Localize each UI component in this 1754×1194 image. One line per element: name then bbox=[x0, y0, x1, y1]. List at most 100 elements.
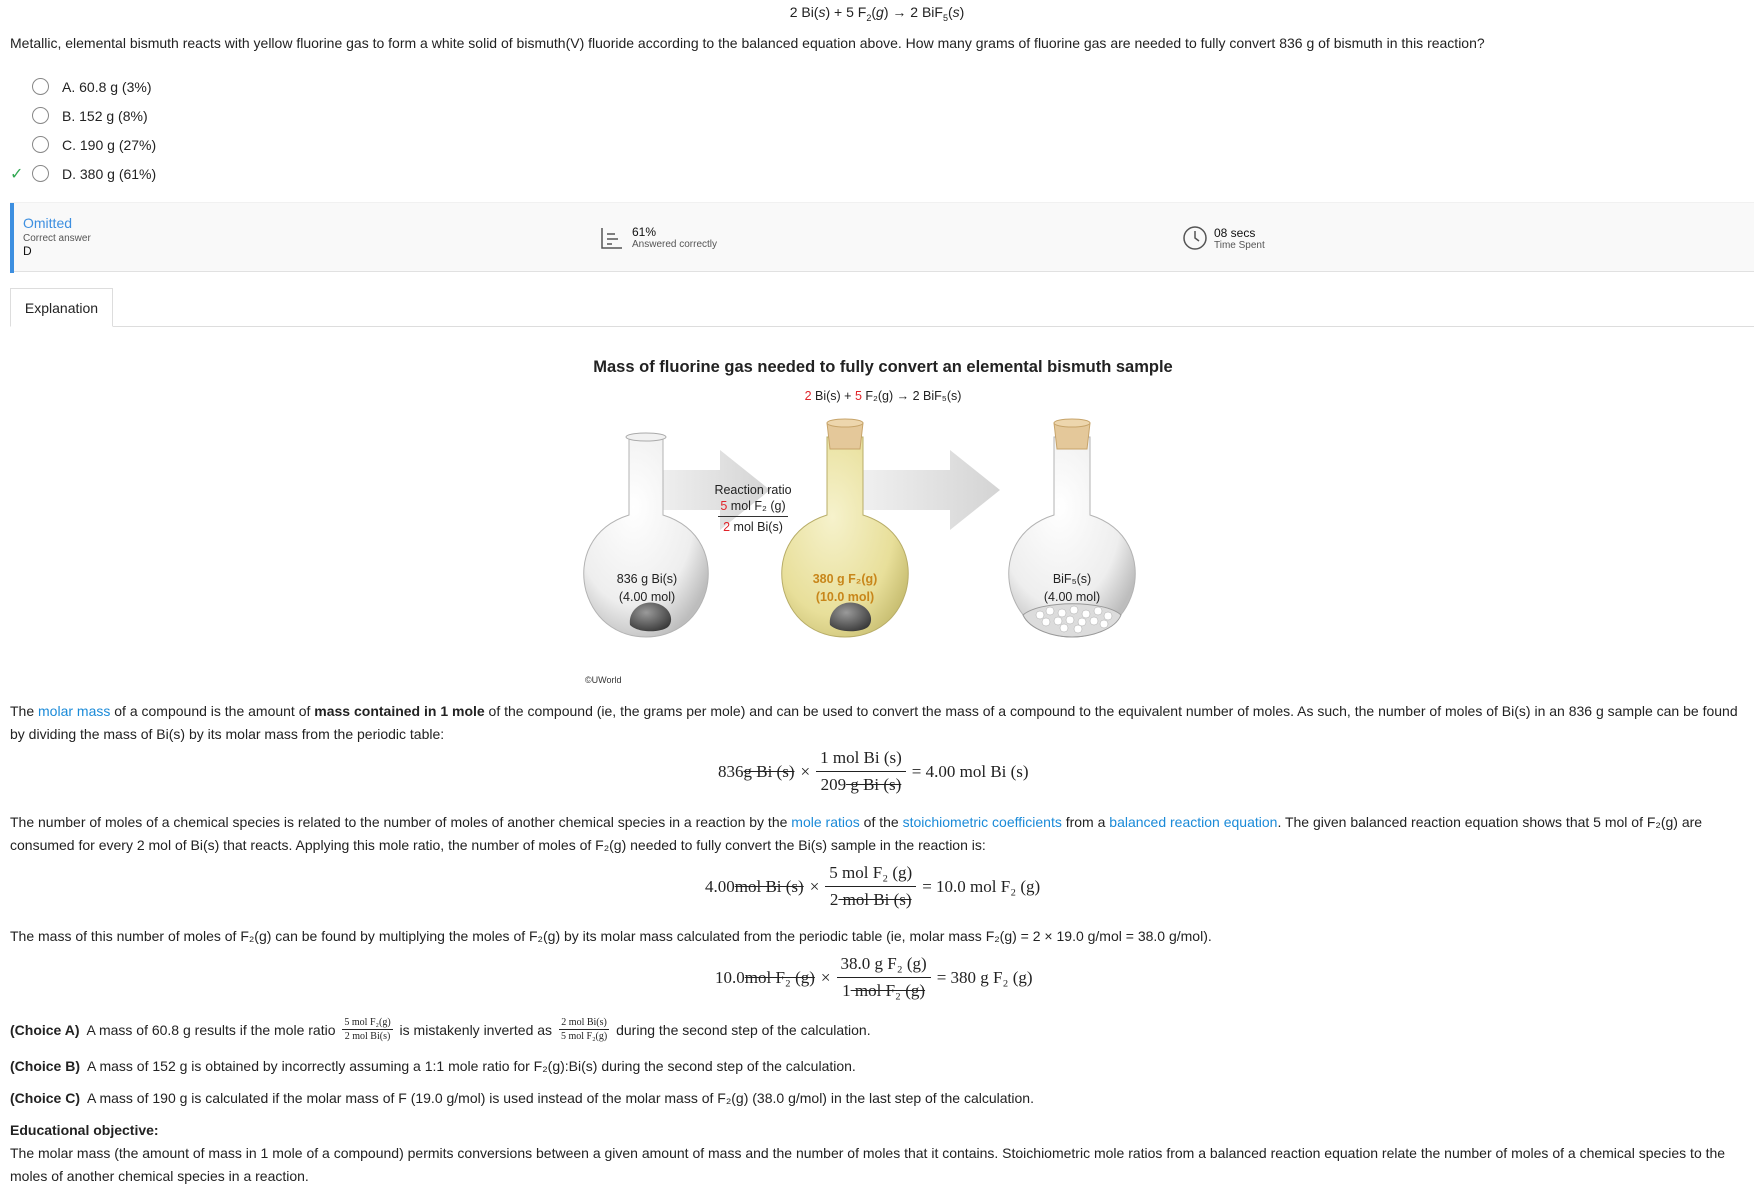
equation-3: 10.0 mol F₂ (g) × 38.0 g F₂ (g) 1 mol F₂… bbox=[715, 954, 1033, 1001]
equation-1: 836 g Bi (s) × 1 mol Bi (s) 209 g Bi (s)… bbox=[718, 748, 1029, 795]
correct-answer-label: Correct answer bbox=[23, 233, 91, 244]
radio-button[interactable] bbox=[32, 136, 49, 153]
eq-denominator: 209 g Bi (s) bbox=[817, 772, 906, 795]
text: of the bbox=[859, 814, 903, 830]
figure-equation: 2 Bi(s) + 5 F₂(g) → 2 BiF₅(s) bbox=[0, 389, 1754, 403]
eq-cancelled-unit: mol F₂ (g) bbox=[850, 981, 926, 1000]
flask-illustration bbox=[583, 418, 1136, 638]
eq-times: × bbox=[800, 761, 811, 781]
flask2-mass: 380 g F₂(g) bbox=[812, 572, 878, 586]
eq-part: g bbox=[876, 4, 884, 20]
choice-label[interactable]: B. 152 g (8%) bbox=[62, 108, 148, 124]
inline-fraction: 5 mol F₂(g) 2 mol Bi(s) bbox=[342, 1017, 393, 1042]
radio-button[interactable] bbox=[32, 78, 49, 95]
text: A mass of 190 g is calculated if the mol… bbox=[80, 1090, 1034, 1106]
copyright: ©UWorld bbox=[585, 675, 622, 685]
eq-cancelled-unit: mol Bi (s) bbox=[734, 876, 804, 896]
eq-numerator: 1 mol Bi (s) bbox=[816, 748, 906, 772]
eq-cancelled-unit: mol Bi (s) bbox=[838, 890, 912, 909]
eq-fraction: 5 mol F₂ (g) 2 mol Bi (s) bbox=[825, 863, 917, 910]
flask-bismuth bbox=[583, 432, 709, 638]
frac-den: 5 mol F₂(g) bbox=[560, 1031, 608, 1042]
choice-tag: (Choice A) bbox=[10, 1021, 80, 1038]
choice-tag: (Choice C) bbox=[10, 1090, 80, 1106]
tab-explanation[interactable]: Explanation bbox=[10, 288, 113, 327]
clock-icon bbox=[1183, 226, 1207, 250]
eq-part: ) → 2 BiF bbox=[883, 4, 943, 20]
eq-den-num: 1 bbox=[842, 981, 851, 1000]
reaction-ratio: Reaction ratio 5 mol F₂ (g) 2 mol Bi(s) bbox=[693, 483, 813, 534]
time-label: Time Spent bbox=[1214, 239, 1265, 251]
radio-button[interactable] bbox=[32, 165, 49, 182]
percent-value: 61% bbox=[632, 225, 657, 239]
question-equation: 2 Bi(s) + 5 F2(g) → 2 BiF5(s) bbox=[0, 4, 1754, 23]
status-accent-bar bbox=[10, 203, 14, 273]
explanation-paragraph-3: The mass of this number of moles of F₂(g… bbox=[10, 928, 1212, 944]
coef-f2: 5 bbox=[854, 389, 862, 403]
eq-part: ) + 5 F bbox=[825, 4, 867, 20]
figure-title: Mass of fluorine gas needed to fully con… bbox=[593, 358, 1173, 376]
eq-numerator: 38.0 g F₂ (g) bbox=[836, 954, 931, 978]
check-icon: ✓ bbox=[10, 165, 24, 183]
eq-den-num: 209 bbox=[820, 775, 847, 794]
reaction-figure: Reaction ratio 5 mol F₂ (g) 2 mol Bi(s) … bbox=[580, 415, 1180, 678]
text: A mass of 152 g is obtained by incorrect… bbox=[80, 1058, 856, 1074]
text: The number of moles of a chemical specie… bbox=[10, 814, 792, 830]
eq-cancelled-unit: g Bi (s) bbox=[743, 761, 795, 781]
eq-denominator: 2 mol Bi (s) bbox=[826, 887, 916, 910]
objective-text: The molar mass (the amount of mass in 1 … bbox=[10, 1145, 1726, 1184]
link-stoichiometric-coefficients[interactable]: stoichiometric coefficients bbox=[903, 814, 1062, 830]
eq-lead: 4.00 bbox=[705, 876, 735, 896]
flask1-label: 836 g Bi(s) (4.00 mol) bbox=[592, 570, 702, 606]
eq-lead: 10.0 bbox=[715, 967, 745, 987]
flask2-label: 380 g F₂(g) (10.0 mol) bbox=[790, 570, 900, 606]
choice-label[interactable]: C. 190 g (27%) bbox=[62, 137, 156, 153]
frac-num: 5 mol F₂(g) bbox=[342, 1017, 393, 1030]
status-text: Omitted bbox=[23, 215, 73, 231]
coef-bi: 2 bbox=[804, 389, 812, 403]
ratio-fraction: 5 mol F₂ (g) 2 mol Bi(s) bbox=[718, 499, 788, 534]
eq-text: Bi(s) + bbox=[811, 389, 855, 403]
eq-cancelled-unit: g Bi (s) bbox=[846, 775, 902, 794]
eq-cancelled-unit: mol F₂ (g) bbox=[744, 967, 815, 987]
percent-label: Answered correctly bbox=[632, 239, 718, 250]
frac-den: 2 mol Bi(s) bbox=[344, 1031, 391, 1042]
choice-tag: (Choice B) bbox=[10, 1058, 80, 1074]
link-molar-mass[interactable]: molar mass bbox=[38, 703, 110, 719]
flask3-label: BiF₅(s) (4.00 mol) bbox=[1017, 570, 1127, 606]
choice-c-explanation: (Choice C) A mass of 190 g is calculated… bbox=[10, 1090, 1034, 1106]
flask2-moles: (10.0 mol) bbox=[815, 590, 875, 604]
tab-divider bbox=[10, 326, 1754, 327]
frac-num: 2 mol Bi(s) bbox=[559, 1017, 609, 1030]
explanation-paragraph-1: The molar mass of a compound is the amou… bbox=[10, 700, 1750, 746]
ratio-den-text: mol Bi(s) bbox=[730, 520, 783, 534]
radio-button[interactable] bbox=[32, 107, 49, 124]
bar-chart-icon bbox=[601, 227, 622, 249]
eq-denominator: 1 mol F₂ (g) bbox=[838, 978, 929, 1001]
flask1-mass: 836 g Bi(s) bbox=[616, 572, 678, 586]
eq-result: = 4.00 mol Bi (s) bbox=[911, 761, 1029, 781]
ratio-num-text: mol F₂ (g) bbox=[727, 499, 786, 513]
choice-label[interactable]: A. 60.8 g (3%) bbox=[62, 79, 152, 95]
link-balanced-reaction-equation[interactable]: balanced reaction equation bbox=[1109, 814, 1277, 830]
correct-answer-value: D bbox=[23, 244, 32, 258]
text: The bbox=[10, 703, 39, 719]
answer-status: Omitted Correct answer D bbox=[23, 215, 91, 258]
question-stem: Metallic, elemental bismuth reacts with … bbox=[10, 35, 1485, 51]
eq-text: F₂(g) → 2 BiF₅(s) bbox=[861, 389, 962, 403]
percent-correct-stat: 61% Answered correctly bbox=[600, 225, 717, 250]
eq-fraction: 38.0 g F₂ (g) 1 mol F₂ (g) bbox=[836, 954, 931, 1001]
result-stats-bar: Omitted Correct answer D 61% Answered co… bbox=[10, 202, 1754, 273]
eq-fraction: 1 mol Bi (s) 209 g Bi (s) bbox=[816, 748, 906, 795]
ratio-title: Reaction ratio bbox=[714, 483, 792, 497]
choice-label[interactable]: D. 380 g (61%) bbox=[62, 166, 156, 182]
eq-result: = 10.0 mol F₂ (g) bbox=[922, 876, 1041, 896]
eq-times: × bbox=[820, 967, 831, 987]
explanation-paragraph-2: The number of moles of a chemical specie… bbox=[10, 811, 1750, 857]
flask1-moles: (4.00 mol) bbox=[618, 590, 676, 604]
objective-title: Educational objective: bbox=[10, 1122, 159, 1138]
inline-fraction: 2 mol Bi(s) 5 mol F₂(g) bbox=[559, 1017, 609, 1042]
link-mole-ratios[interactable]: mole ratios bbox=[791, 814, 859, 830]
time-value: 08 secs bbox=[1214, 225, 1256, 240]
choice-b-explanation: (Choice B) A mass of 152 g is obtained b… bbox=[10, 1058, 856, 1074]
